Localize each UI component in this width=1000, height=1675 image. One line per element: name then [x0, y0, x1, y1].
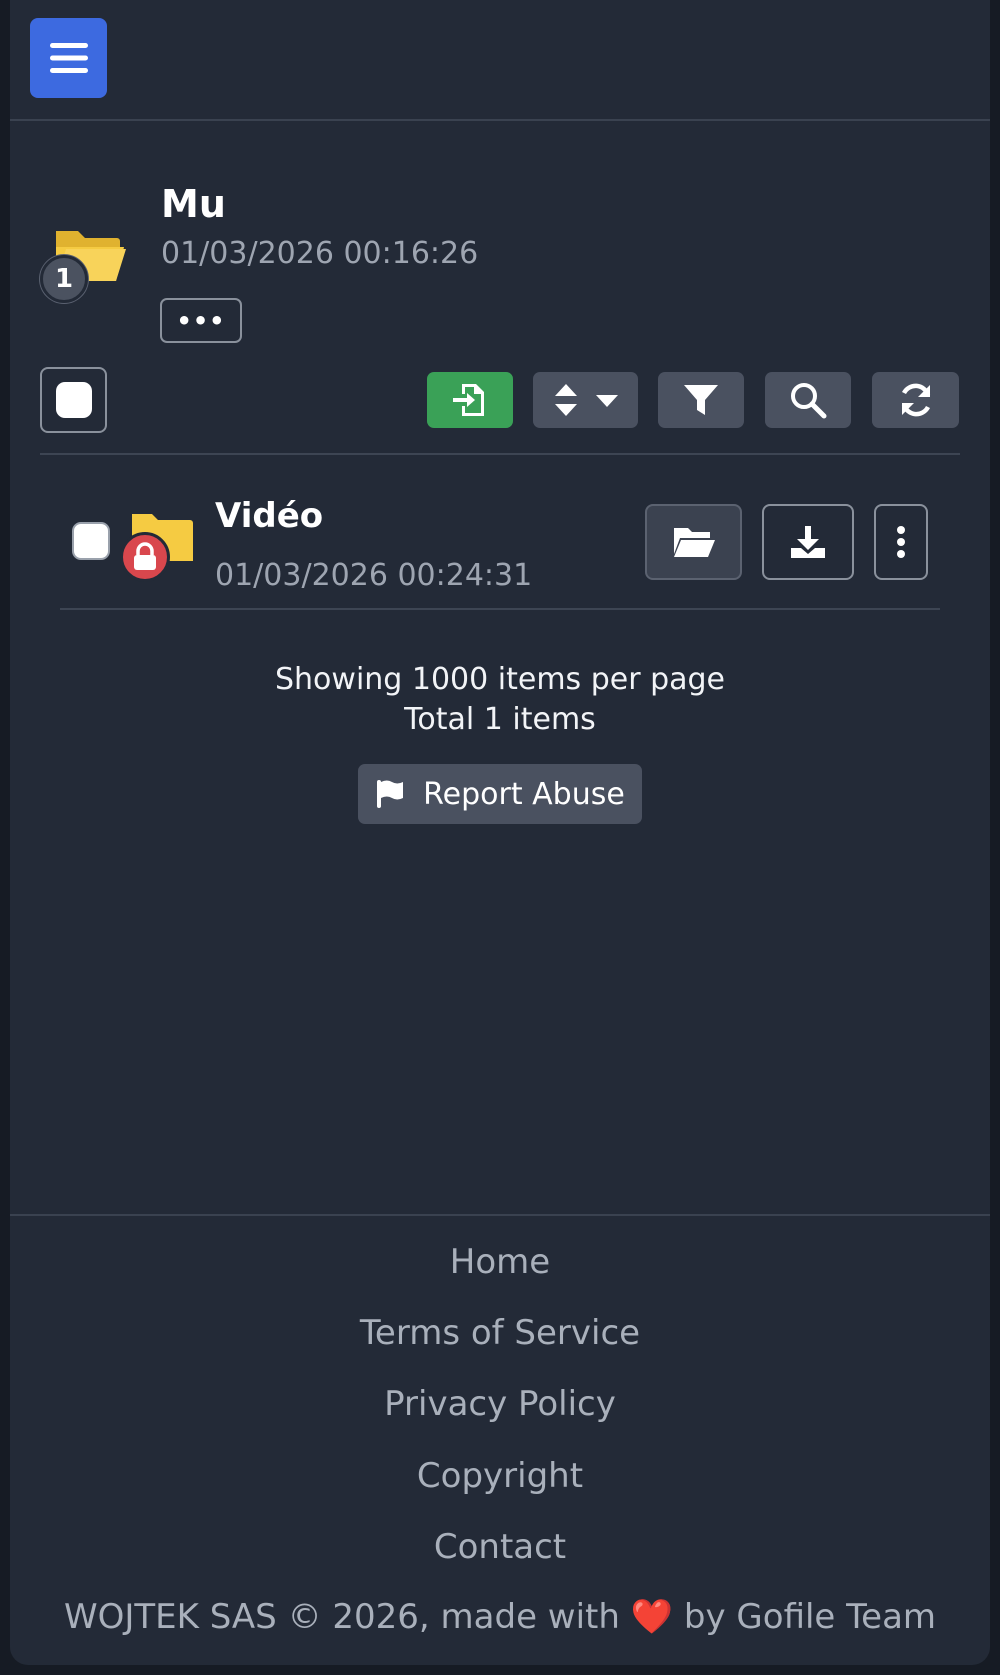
- refresh-button[interactable]: [872, 372, 959, 428]
- hamburger-menu-button[interactable]: [30, 18, 107, 98]
- footer-link-copyright[interactable]: Copyright: [0, 1456, 1000, 1496]
- list-item[interactable]: Vidéo 01/03/2026 00:24:31: [60, 490, 940, 610]
- download-icon: [791, 526, 825, 558]
- caret-down-icon: [595, 395, 618, 407]
- heart-icon: ❤️: [630, 1597, 674, 1637]
- copyright-prefix: WOJTEK SAS © 2026, made with: [63, 1597, 620, 1637]
- footer-divider: [10, 1214, 990, 1216]
- download-button[interactable]: [762, 504, 854, 580]
- checkbox-box: [55, 382, 92, 418]
- item-date: 01/03/2026 00:24:31: [215, 558, 533, 593]
- lock-icon: [134, 542, 156, 570]
- copyright-text: WOJTEK SAS © 2026, made with ❤️ by Gofil…: [0, 1597, 1000, 1637]
- children-count-badge: 1: [40, 255, 88, 303]
- footer-link-privacy[interactable]: Privacy Policy: [0, 1384, 1000, 1424]
- top-navbar: [10, 0, 990, 121]
- search-icon: [791, 383, 827, 419]
- footer-link-contact[interactable]: Contact: [0, 1527, 1000, 1567]
- file-import-icon: [453, 384, 484, 416]
- vertical-ellipsis-icon: [897, 526, 905, 558]
- import-button[interactable]: [427, 372, 513, 428]
- sort-button[interactable]: [533, 372, 638, 428]
- lock-badge: [120, 532, 170, 582]
- refresh-icon: [901, 383, 930, 417]
- flag-icon: [377, 780, 404, 808]
- total-items-text: Total 1 items: [404, 702, 596, 737]
- item-name[interactable]: Vidéo: [215, 496, 323, 536]
- toolbar-divider: [40, 453, 960, 455]
- filter-button[interactable]: [658, 372, 744, 428]
- search-button[interactable]: [765, 372, 851, 428]
- folder-date: 01/03/2026 00:16:26: [161, 236, 479, 271]
- item-checkbox[interactable]: [72, 522, 110, 560]
- folder-more-button[interactable]: •••: [160, 298, 242, 343]
- items-per-page-text: Showing 1000 items per page: [275, 662, 725, 697]
- filter-icon: [684, 385, 718, 415]
- folder-open-icon: [673, 528, 715, 557]
- copyright-suffix: by Gofile Team: [683, 1597, 937, 1637]
- open-folder-button[interactable]: [645, 504, 742, 580]
- footer-link-home[interactable]: Home: [0, 1242, 1000, 1282]
- report-abuse-label: Report Abuse: [423, 776, 625, 812]
- select-all-checkbox[interactable]: [40, 367, 107, 433]
- report-abuse-button[interactable]: Report Abuse: [358, 764, 642, 824]
- footer-link-terms[interactable]: Terms of Service: [0, 1313, 1000, 1353]
- sort-icon: [554, 384, 577, 416]
- item-actions-button[interactable]: [874, 504, 928, 580]
- folder-title: Mu: [161, 182, 226, 226]
- menu-icon: [49, 43, 88, 73]
